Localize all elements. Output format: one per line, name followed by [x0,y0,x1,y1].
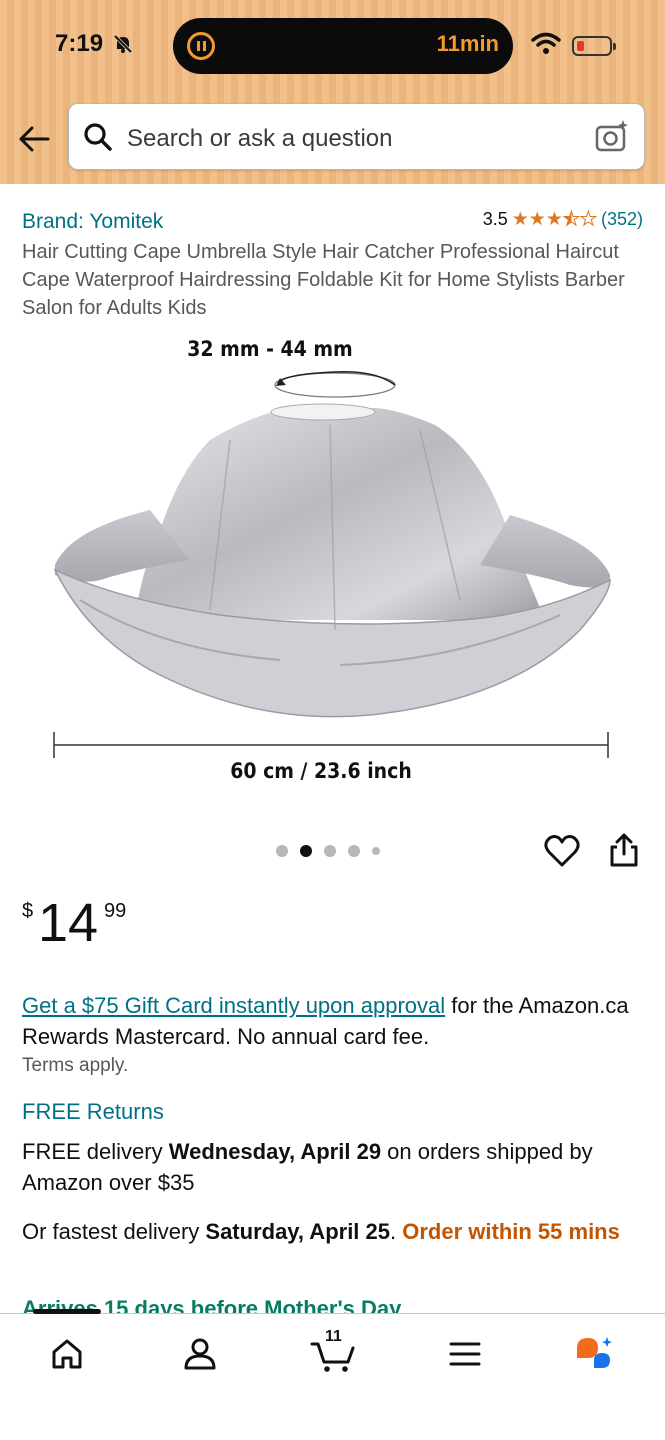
star-empty-icon: ★ [579,209,597,230]
fastest-separator: . [390,1219,403,1244]
credit-card-promo: Get a $75 Gift Card instantly upon appro… [22,990,647,1052]
carousel-dot[interactable] [372,847,380,855]
star-rating: ★ ★ ★ ★ ★ [511,209,598,230]
fastest-delivery-info: Or fastest delivery Saturday, April 25. … [22,1216,647,1247]
menu-icon[interactable] [445,1334,485,1374]
back-arrow-icon[interactable] [18,122,52,156]
delivery-date: Wednesday, April 29 [168,1139,382,1164]
camera-lens-icon[interactable] [594,118,630,154]
rufus-ai-icon[interactable] [574,1334,614,1374]
share-icon[interactable] [608,832,640,868]
app-header: 7:19 11min Search or ask a question [0,0,665,184]
rating-summary[interactable]: 3.5 ★ ★ ★ ★ ★ (352) [483,209,643,230]
active-tab-indicator [33,1309,101,1314]
price-fraction: 99 [104,900,127,922]
dynamic-island[interactable]: 11min [173,18,513,74]
silent-bell-icon [113,34,133,54]
carousel-dot[interactable] [324,845,336,857]
wifi-icon [531,32,561,54]
home-icon[interactable] [47,1334,87,1374]
free-delivery-info: FREE delivery Wednesday, April 29 on ord… [22,1136,647,1198]
rating-count[interactable]: (352) [601,209,643,230]
gift-card-offer-link[interactable]: Get a $75 Gift Card instantly upon appro… [22,993,445,1018]
pause-icon[interactable] [187,32,215,60]
neck-size-label: 32 mm - 44 mm [187,337,352,361]
fastest-date: Saturday, April 25 [205,1219,391,1244]
star-half-icon: ★ [562,209,580,230]
order-within-countdown: Order within 55 mins [402,1219,620,1244]
search-input[interactable]: Search or ask a question [127,125,393,153]
carousel-dot-active[interactable] [300,845,312,857]
star-full-icon: ★ [511,209,529,230]
heart-icon[interactable] [544,834,580,868]
product-image[interactable]: 32 mm - 44 mm 60 cm / 23.6 inch [40,330,625,800]
search-icon [84,123,112,151]
star-full-icon: ★ [545,209,563,230]
price-whole: 14 [38,893,99,953]
product-title: Hair Cutting Cape Umbrella Style Hair Ca… [22,241,625,319]
timer-text: 11min [436,31,499,56]
rating-value: 3.5 [482,209,508,229]
width-size-label: 60 cm / 23.6 inch [230,759,412,783]
status-time: 7:19 [55,30,104,57]
brand-link[interactable]: Brand: Yomitek [22,210,163,234]
delivery-prefix: FREE delivery [22,1139,169,1164]
account-icon[interactable] [180,1334,220,1374]
search-bar[interactable]: Search or ask a question [68,103,645,170]
fastest-prefix: Or fastest delivery [22,1219,206,1244]
carousel-dots[interactable] [276,845,380,857]
star-full-icon: ★ [528,209,546,230]
cart-count-badge: 11 [325,1328,342,1345]
terms-text: Terms apply. [22,1055,129,1076]
price-currency: $ [22,900,34,922]
carousel-dot[interactable] [276,845,288,857]
free-returns-link[interactable]: FREE Returns [22,1099,164,1125]
carousel-dot[interactable] [348,845,360,857]
battery-icon [572,36,616,56]
